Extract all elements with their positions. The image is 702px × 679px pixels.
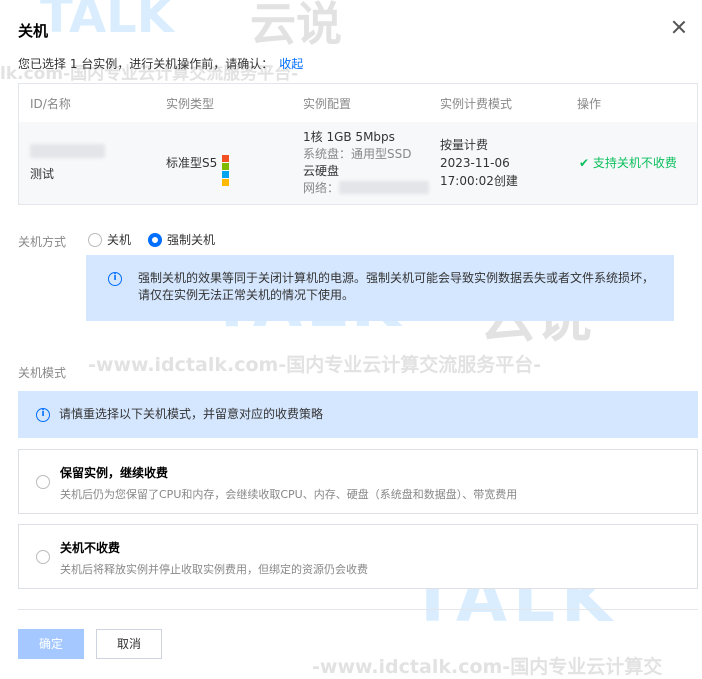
table-header: ID/名称 实例类型 实例配置 实例计费模式 操作 [19, 84, 697, 123]
header-type: 实例类型 [166, 97, 215, 111]
info-icon: i [36, 408, 50, 422]
network-redacted [339, 181, 430, 194]
force-shutdown-info-text: 强制关机的效果等同于关闭计算机的电源。强制关机可能会导致实例数据丢失或者文件系统… [138, 271, 655, 302]
instance-config-line3: 云硬盘 [303, 164, 340, 178]
billing-date: 2023-11-06 [440, 156, 510, 170]
instance-config-line1: 1核 1GB 5Mbps [303, 130, 395, 144]
radio-force-shutdown-circle[interactable] [148, 233, 162, 247]
status-text: 支持关机不收费 [592, 156, 677, 170]
mode-keep-title: 保留实例，继续收费 [60, 466, 169, 480]
instance-network: 网络： [303, 180, 430, 197]
billing-mode: 按量计费 [440, 138, 489, 152]
mode-free-title: 关机不收费 [60, 541, 121, 555]
shutdown-mode-info: i 请慎重选择以下关机模式，并留意对应的收费策略 [18, 391, 698, 438]
shutdown-mode-label: 关机模式 [18, 366, 67, 380]
mode-free-radio[interactable] [36, 550, 50, 564]
collapse-link[interactable]: 收起 [279, 57, 303, 71]
billing-time: 17:00:02创建 [440, 174, 518, 188]
confirm-text: 您已选择 1 台实例，进行关机操作前，请确认： [18, 57, 274, 71]
dialog-title: 关机 [18, 22, 49, 40]
status-support: ✔ 支持关机不收费 [579, 155, 677, 172]
config-disk-text: 系统盘：通用型SSD [303, 147, 412, 161]
instance-id-redacted [30, 144, 105, 158]
radio-force-shutdown[interactable]: 强制关机 [148, 231, 215, 248]
instance-table: ID/名称 实例类型 实例配置 实例计费模式 操作 测试 标准型S5 1核 1G… [18, 83, 698, 205]
force-shutdown-info: i 强制关机的效果等同于关闭计算机的电源。强制关机可能会导致实例数据丢失或者文件… [86, 255, 674, 321]
radio-shutdown-label: 关机 [107, 233, 132, 247]
confirm-button[interactable]: 确定 [18, 629, 84, 659]
network-label: 网络： [303, 181, 340, 195]
radio-force-shutdown-label: 强制关机 [167, 233, 216, 247]
windows-icon [222, 155, 237, 186]
mode-keep-radio[interactable] [36, 475, 50, 489]
header-config: 实例配置 [303, 97, 352, 111]
watermark-cn-top: 云说 [250, 0, 342, 51]
mode-free-desc: 关机后将释放实例并停止收取实例费用，但绑定的资源仍会收费 [60, 563, 368, 576]
mode-keep-desc: 关机后仍为您保留了CPU和内存，会继续收取CPU、内存、硬盘（系统盘和数据盘）、… [60, 488, 518, 501]
footer-divider [18, 609, 698, 610]
table-row: 测试 标准型S5 1核 1GB 5Mbps 系统盘：通用型SSD 云硬盘 网络：… [19, 122, 697, 204]
shutdown-mode-info-text: 请慎重选择以下关机模式，并留意对应的收费策略 [59, 407, 324, 421]
instance-config-line2: 系统盘：通用型SSD [303, 146, 411, 163]
check-icon: ✔ [579, 156, 590, 170]
header-billing: 实例计费模式 [440, 97, 513, 111]
instance-name: 测试 [30, 167, 55, 181]
mode-option-free[interactable]: 关机不收费 关机后将释放实例并停止收取实例费用，但绑定的资源仍会收费 [18, 524, 698, 589]
watermark-logo-top: TALK [40, 0, 174, 44]
radio-shutdown[interactable]: 关机 [88, 231, 131, 248]
header-id-name: ID/名称 [30, 97, 71, 111]
radio-shutdown-circle[interactable] [88, 233, 102, 247]
close-icon[interactable] [668, 16, 690, 38]
info-icon: i [108, 272, 122, 286]
confirm-line: 您已选择 1 台实例，进行关机操作前，请确认： 收起 [18, 55, 303, 72]
cancel-button[interactable]: 取消 [96, 629, 162, 659]
header-action: 操作 [577, 97, 602, 111]
mode-option-keep[interactable]: 保留实例，继续收费 关机后仍为您保留了CPU和内存，会继续收取CPU、内存、硬盘… [18, 449, 698, 514]
shutdown-method-label: 关机方式 [18, 235, 67, 249]
instance-type: 标准型S5 [166, 155, 237, 186]
instance-type-label: 标准型S5 [166, 156, 218, 170]
watermark-slogan-mid: -www.idctalk.com-国内专业云计算交流服务平台- [88, 354, 542, 376]
